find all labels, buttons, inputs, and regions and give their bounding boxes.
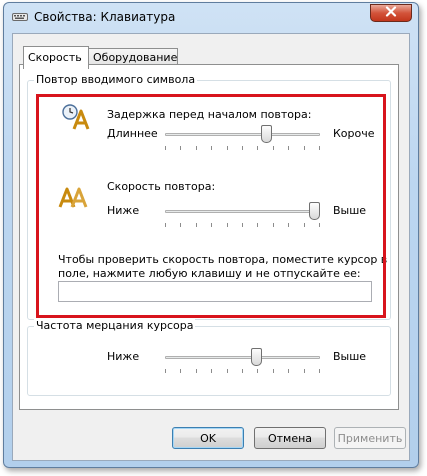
slider-tick	[211, 146, 212, 150]
slider-ticks	[165, 223, 320, 227]
slider-ticks	[165, 146, 320, 150]
slider-tick	[242, 146, 243, 150]
delay-max-label: Короче	[333, 127, 375, 140]
slider-tick	[304, 146, 305, 150]
slider-tick	[288, 146, 289, 150]
slider-tick	[319, 223, 320, 227]
slider-tick	[273, 146, 274, 150]
slider-tick	[273, 223, 274, 227]
slider-tick	[180, 146, 181, 150]
cancel-button[interactable]: Отмена	[254, 427, 326, 449]
slider-tick	[165, 369, 166, 373]
double-letter-a-icon	[58, 183, 90, 211]
slider-tick	[196, 146, 197, 150]
cursor-blink-group-title: Частота мерцания курсора	[34, 319, 196, 332]
slider-tick	[288, 369, 289, 373]
slider-tick	[319, 146, 320, 150]
slider-tick	[242, 223, 243, 227]
tab-speed[interactable]: Скорость	[23, 46, 89, 69]
slider-ticks	[165, 369, 320, 373]
slider-tick	[196, 369, 197, 373]
slider-tick	[180, 369, 181, 373]
slider-thumb[interactable]	[251, 348, 262, 366]
slider-tick	[257, 223, 258, 227]
repeat-test-input[interactable]	[58, 281, 372, 302]
test-instructions-line1: Чтобы проверить скорость повтора, помест…	[58, 253, 388, 266]
slider-tick	[165, 146, 166, 150]
slider-tick	[319, 369, 320, 373]
slider-tick	[227, 146, 228, 150]
close-icon	[385, 6, 397, 20]
slider-track[interactable]	[165, 210, 320, 213]
slider-tick	[180, 223, 181, 227]
ok-button[interactable]: OK	[172, 427, 244, 449]
slider-tick	[211, 369, 212, 373]
slider-tick	[227, 369, 228, 373]
slider-tick	[242, 369, 243, 373]
blink-max-label: Выше	[333, 350, 367, 363]
slider-tick	[196, 223, 197, 227]
clock-letter-a-icon	[60, 103, 92, 131]
repeat-group-title: Повтор вводимого символа	[34, 73, 198, 86]
slider-track[interactable]	[165, 356, 320, 359]
test-instructions-line2: поле, нажмите любую клавишу и не отпуска…	[58, 267, 361, 280]
slider-tick	[273, 369, 274, 373]
delay-min-label: Длиннее	[107, 127, 158, 140]
rate-min-label: Ниже	[107, 204, 140, 217]
slider-thumb[interactable]	[309, 202, 320, 220]
slider-track[interactable]	[165, 133, 320, 136]
title-bar[interactable]: Свойства: Клавиатура	[4, 3, 418, 31]
rate-max-label: Выше	[333, 204, 367, 217]
window-title: Свойства: Клавиатура	[34, 10, 176, 24]
delay-label: Задержка перед началом повтора:	[107, 108, 312, 121]
blink-min-label: Ниже	[107, 350, 140, 363]
slider-tick	[257, 146, 258, 150]
rate-label: Скорость повтора:	[107, 180, 216, 193]
slider-tick	[257, 369, 258, 373]
slider-tick	[227, 223, 228, 227]
slider-tick	[304, 369, 305, 373]
slider-tick	[165, 223, 166, 227]
slider-tick	[288, 223, 289, 227]
close-button[interactable]	[370, 4, 412, 22]
slider-tick	[304, 223, 305, 227]
slider-tick	[211, 223, 212, 227]
apply-button[interactable]: Применить	[334, 427, 406, 449]
slider-thumb[interactable]	[261, 125, 272, 143]
keyboard-icon	[12, 12, 28, 22]
